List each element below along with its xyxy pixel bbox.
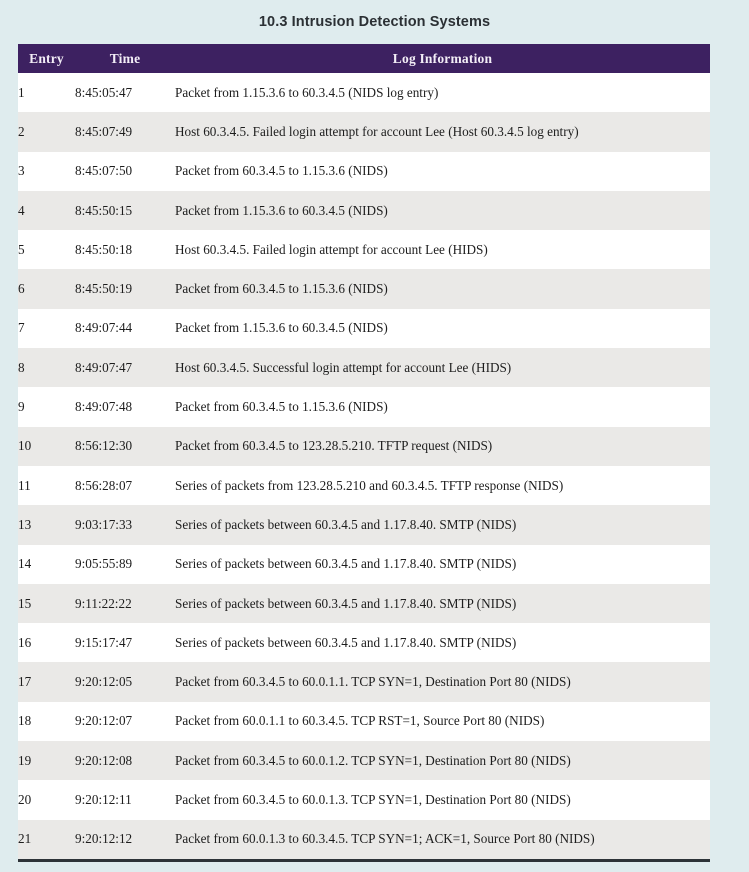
cell-time: 8:49:07:48 xyxy=(75,399,133,415)
cell-time: 9:05:55:89 xyxy=(75,556,133,572)
table-header-row: Entry Time Log Information xyxy=(18,44,710,73)
cell-log-information: Host 60.3.4.5. Failed login attempt for … xyxy=(175,241,488,257)
table-row: 4 8:45:50:15 Packet from 1.15.3.6 to 60.3.… xyxy=(18,190,710,231)
table-row: 17 9:20:12:05 Packet from 60.3.4.5 to 60.0… xyxy=(18,662,710,702)
table-row: 5 8:45:50:18 Host 60.3.4.5. Failed login a… xyxy=(18,230,710,270)
table-row: 3 8:45:07:50 Packet from 60.3.4.5 to 1.15.… xyxy=(18,151,710,191)
cell-entry: 16 xyxy=(18,634,32,650)
table-row: 10 8:56:12:30 Packet from 60.3.4.5 to 123.… xyxy=(18,426,710,466)
cell-time: 9:03:17:33 xyxy=(75,516,133,532)
cell-entry: 8 xyxy=(18,359,25,375)
cell-log-information: Series of packets between 60.3.4.5 and 1… xyxy=(175,556,517,572)
table-row: 15 9:11:22:22 Series of packets between 60… xyxy=(18,583,710,624)
table-row: 20 9:20:12:11 Packet from 60.3.4.5 to 60.0… xyxy=(18,780,710,820)
cell-log-information: Packet from 60.3.4.5 to 1.15.3.6 (NIDS) xyxy=(175,163,388,179)
cell-time: 8:45:05:47 xyxy=(75,84,133,100)
cell-log-information: Packet from 60.3.4.5 to 60.0.1.3. TCP SY… xyxy=(175,791,571,807)
cell-time: 9:20:12:11 xyxy=(75,791,132,807)
cell-entry: 15 xyxy=(18,595,32,611)
cell-log-information: Series of packets between 60.3.4.5 and 1… xyxy=(175,634,517,650)
cell-log-information: Packet from 1.15.3.6 to 60.3.4.5 (NIDS) xyxy=(175,320,388,336)
cell-entry: 17 xyxy=(18,674,32,690)
cell-log-information: Host 60.3.4.5. Failed login attempt for … xyxy=(175,123,579,139)
cell-time: 8:45:07:49 xyxy=(75,123,133,139)
table-row: 2 8:45:07:49 Host 60.3.4.5. Failed login a… xyxy=(18,112,710,152)
intrusion-log-table: Entry Time Log Information 1 8:45:05:47 Pa… xyxy=(18,44,710,859)
table-row: 11 8:56:28:07 Series of packets from 123.2… xyxy=(18,465,710,506)
page-root: 10.3 Intrusion Detection Systems Entry T… xyxy=(0,0,749,872)
cell-time: 9:20:12:05 xyxy=(75,674,133,690)
cell-log-information: Packet from 1.15.3.6 to 60.3.4.5 (NIDS) xyxy=(175,202,388,218)
table-row: 18 9:20:12:07 Packet from 60.0.1.1 to 60.3… xyxy=(18,701,710,742)
cell-log-information: Series of packets from 123.28.5.210 and … xyxy=(175,477,564,493)
page-title: 10.3 Intrusion Detection Systems xyxy=(258,14,491,30)
cell-entry: 7 xyxy=(18,320,25,336)
cell-entry: 1 xyxy=(18,84,25,100)
cell-entry: 21 xyxy=(18,831,32,847)
cell-entry: 3 xyxy=(18,163,25,179)
cell-log-information: Packet from 60.0.1.3 to 60.3.4.5. TCP SY… xyxy=(175,831,595,847)
cell-entry: 5 xyxy=(18,241,25,257)
cell-entry: 4 xyxy=(18,202,25,218)
cell-time: 8:45:07:50 xyxy=(75,163,133,179)
cell-time: 9:11:22:22 xyxy=(75,595,132,611)
cell-entry: 2 xyxy=(18,123,25,139)
cell-log-information: Packet from 60.3.4.5 to 1.15.3.6 (NIDS) xyxy=(175,399,388,415)
cell-log-information: Host 60.3.4.5. Successful login attempt … xyxy=(175,359,512,375)
table-row: 21 9:20:12:12 Packet from 60.0.1.3 to 60.3… xyxy=(18,819,710,859)
table-row: 6 8:45:50:19 Packet from 60.3.4.5 to 1.15.… xyxy=(18,269,710,309)
cell-log-information: Packet from 1.15.3.6 to 60.3.4.5 (NIDS l… xyxy=(175,84,439,100)
column-header-log-information: Log Information xyxy=(175,44,710,73)
cell-time: 9:20:12:12 xyxy=(75,831,133,847)
table-header: Entry Time Log Information xyxy=(18,44,710,73)
cell-log-information: Packet from 60.3.4.5 to 1.15.3.6 (NIDS) xyxy=(175,281,388,297)
table-row: 13 9:03:17:33 Series of packets between 60… xyxy=(18,505,710,545)
cell-time: 8:45:50:18 xyxy=(75,241,133,257)
table-row: 8 8:49:07:47 Host 60.3.4.5. Successful log… xyxy=(18,348,710,388)
cell-time: 8:45:50:15 xyxy=(75,202,133,218)
cell-entry: 6 xyxy=(18,281,25,297)
cell-log-information: Packet from 60.3.4.5 to 123.28.5.210. TF… xyxy=(175,438,493,454)
column-header-entry: Entry xyxy=(18,44,75,73)
log-table-container: Entry Time Log Information 1 8:45:05:47 Pa… xyxy=(18,44,710,862)
cell-time: 8:56:12:30 xyxy=(75,438,133,454)
cell-entry: 20 xyxy=(18,791,32,807)
cell-entry: 19 xyxy=(18,752,32,768)
cell-log-information: Packet from 60.3.4.5 to 60.0.1.2. TCP SY… xyxy=(175,752,571,768)
cell-log-information: Packet from 60.0.1.1 to 60.3.4.5. TCP RS… xyxy=(175,713,545,729)
table-row: 19 9:20:12:08 Packet from 60.3.4.5 to 60.0… xyxy=(18,741,710,781)
cell-entry: 10 xyxy=(18,438,32,454)
cell-entry: 13 xyxy=(18,516,32,532)
cell-time: 8:56:28:07 xyxy=(75,477,133,493)
cell-time: 9:20:12:08 xyxy=(75,752,133,768)
table-row: 7 8:49:07:44 Packet from 1.15.3.6 to 60.3.… xyxy=(18,308,710,349)
cell-log-information: Series of packets between 60.3.4.5 and 1… xyxy=(175,595,517,611)
table-row: 1 8:45:05:47 Packet from 1.15.3.6 to 60.3.… xyxy=(18,73,710,113)
cell-time: 8:49:07:47 xyxy=(75,359,133,375)
cell-log-information: Series of packets between 60.3.4.5 and 1… xyxy=(175,516,517,532)
cell-entry: 9 xyxy=(18,399,25,415)
table-row: 14 9:05:55:89 Series of packets between 60… xyxy=(18,544,710,584)
cell-time: 8:49:07:44 xyxy=(75,320,133,336)
column-header-time: Time xyxy=(75,44,175,73)
cell-time: 9:15:17:47 xyxy=(75,634,133,650)
cell-time: 9:20:12:07 xyxy=(75,713,133,729)
cell-entry: 14 xyxy=(18,556,32,572)
cell-entry: 11 xyxy=(18,477,31,493)
table-row: 9 8:49:07:48 Packet from 60.3.4.5 to 1.15.… xyxy=(18,387,710,427)
table-body: 1 8:45:05:47 Packet from 1.15.3.6 to 60.3.… xyxy=(18,73,710,859)
cell-log-information: Packet from 60.3.4.5 to 60.0.1.1. TCP SY… xyxy=(175,674,571,690)
cell-entry: 18 xyxy=(18,713,32,729)
cell-time: 8:45:50:19 xyxy=(75,281,133,297)
table-row: 16 9:15:17:47 Series of packets between 60… xyxy=(18,623,710,663)
